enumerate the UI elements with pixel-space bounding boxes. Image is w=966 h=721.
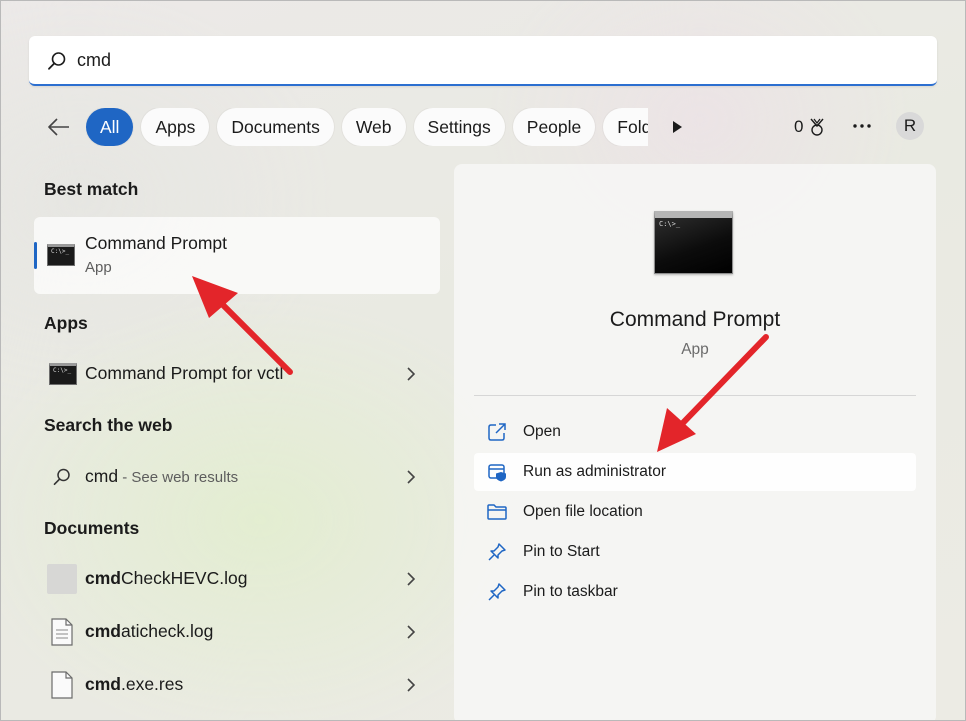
points-value: 0 — [794, 117, 804, 136]
best-match-name: Command Prompt — [85, 233, 227, 253]
run-as-administrator-action[interactable]: Run as administrator — [474, 453, 916, 491]
medal-icon — [810, 118, 825, 136]
search-icon — [48, 52, 66, 70]
details-app-name: Command Prompt — [609, 308, 781, 331]
best-match-type: App — [85, 259, 112, 276]
text-file-icon — [51, 618, 73, 646]
folder-icon — [486, 501, 508, 523]
filter-tabs: AllAppsDocumentsWebSettingsPeopleFolde — [86, 108, 648, 146]
chevron-right-icon[interactable] — [404, 468, 418, 486]
apps-heading: Apps — [44, 313, 88, 333]
list-item-document[interactable]: cmd.exe.res — [34, 662, 440, 708]
web-result-item[interactable]: cmd - See web results — [34, 454, 440, 500]
pin-to-taskbar-label: Pin to taskbar — [523, 583, 618, 600]
best-match-result[interactable]: C:\>_ Command Prompt App — [34, 217, 440, 294]
command-prompt-icon: C:\>_ — [49, 363, 77, 385]
details-app-type: App — [681, 341, 709, 358]
chevron-right-icon[interactable] — [404, 570, 418, 588]
chevron-right-icon[interactable] — [404, 676, 418, 694]
chevron-right-icon[interactable] — [404, 365, 418, 383]
back-button[interactable] — [44, 112, 74, 142]
open-external-icon — [486, 421, 508, 443]
back-arrow-icon — [48, 118, 69, 136]
web-query: cmd — [85, 466, 119, 486]
open-file-location-action[interactable]: Open file location — [474, 493, 916, 531]
document-label: cmd.exe.res — [85, 674, 184, 694]
document-label: cmdaticheck.log — [85, 621, 214, 641]
tab-settings[interactable]: Settings — [413, 108, 505, 146]
documents-heading: Documents — [44, 518, 140, 538]
document-label: cmdCheckHEVC.log — [85, 568, 248, 588]
details-panel: C:\>_ Command Prompt App Open Run as adm… — [454, 164, 936, 721]
shield-admin-icon — [486, 461, 508, 483]
selection-indicator — [34, 242, 37, 269]
play-right-icon — [673, 121, 682, 133]
pin-icon — [486, 581, 508, 603]
app-item-label: Command Prompt for vctl — [85, 363, 284, 383]
chevron-right-icon[interactable] — [404, 623, 418, 641]
open-file-location-label: Open file location — [523, 503, 643, 520]
avatar-initial: R — [903, 116, 917, 135]
best-match-heading: Best match — [44, 179, 139, 199]
more-options-button[interactable] — [850, 114, 874, 138]
search-box[interactable] — [29, 36, 937, 86]
open-label: Open — [523, 423, 561, 440]
list-item-document[interactable]: cmdCheckHEVC.log — [34, 556, 440, 602]
tab-folders[interactable]: Folde — [603, 108, 648, 146]
tab-apps[interactable]: Apps — [141, 108, 210, 146]
run-as-administrator-label: Run as administrator — [523, 463, 667, 480]
web-suffix: - See web results — [118, 469, 239, 486]
search-web-heading: Search the web — [44, 415, 173, 435]
web-result-label: cmd - See web results — [85, 466, 238, 487]
search-icon — [53, 468, 70, 486]
list-item-app[interactable]: C:\>_ Command Prompt for vctl — [34, 351, 440, 397]
open-action[interactable]: Open — [474, 413, 916, 451]
avatar[interactable]: R — [896, 112, 924, 140]
more-filters-button[interactable] — [666, 116, 688, 138]
pin-icon — [486, 541, 508, 563]
tab-documents[interactable]: Documents — [217, 108, 334, 146]
rewards-points[interactable]: 0 — [794, 115, 827, 139]
pin-to-start-label: Pin to Start — [523, 543, 600, 560]
file-icon — [51, 671, 73, 699]
tab-people[interactable]: People — [512, 108, 596, 146]
command-prompt-icon: C:\>_ — [47, 244, 75, 266]
pin-to-taskbar-action[interactable]: Pin to taskbar — [474, 573, 916, 611]
divider — [474, 395, 916, 396]
tab-web[interactable]: Web — [341, 108, 406, 146]
file-thumbnail-icon — [47, 564, 77, 594]
search-input[interactable] — [77, 46, 917, 74]
tab-all[interactable]: All — [86, 108, 134, 146]
ellipsis-icon — [853, 124, 871, 128]
list-item-document[interactable]: cmdaticheck.log — [34, 609, 440, 655]
pin-to-start-action[interactable]: Pin to Start — [474, 533, 916, 571]
command-prompt-large-icon: C:\>_ — [654, 211, 733, 274]
